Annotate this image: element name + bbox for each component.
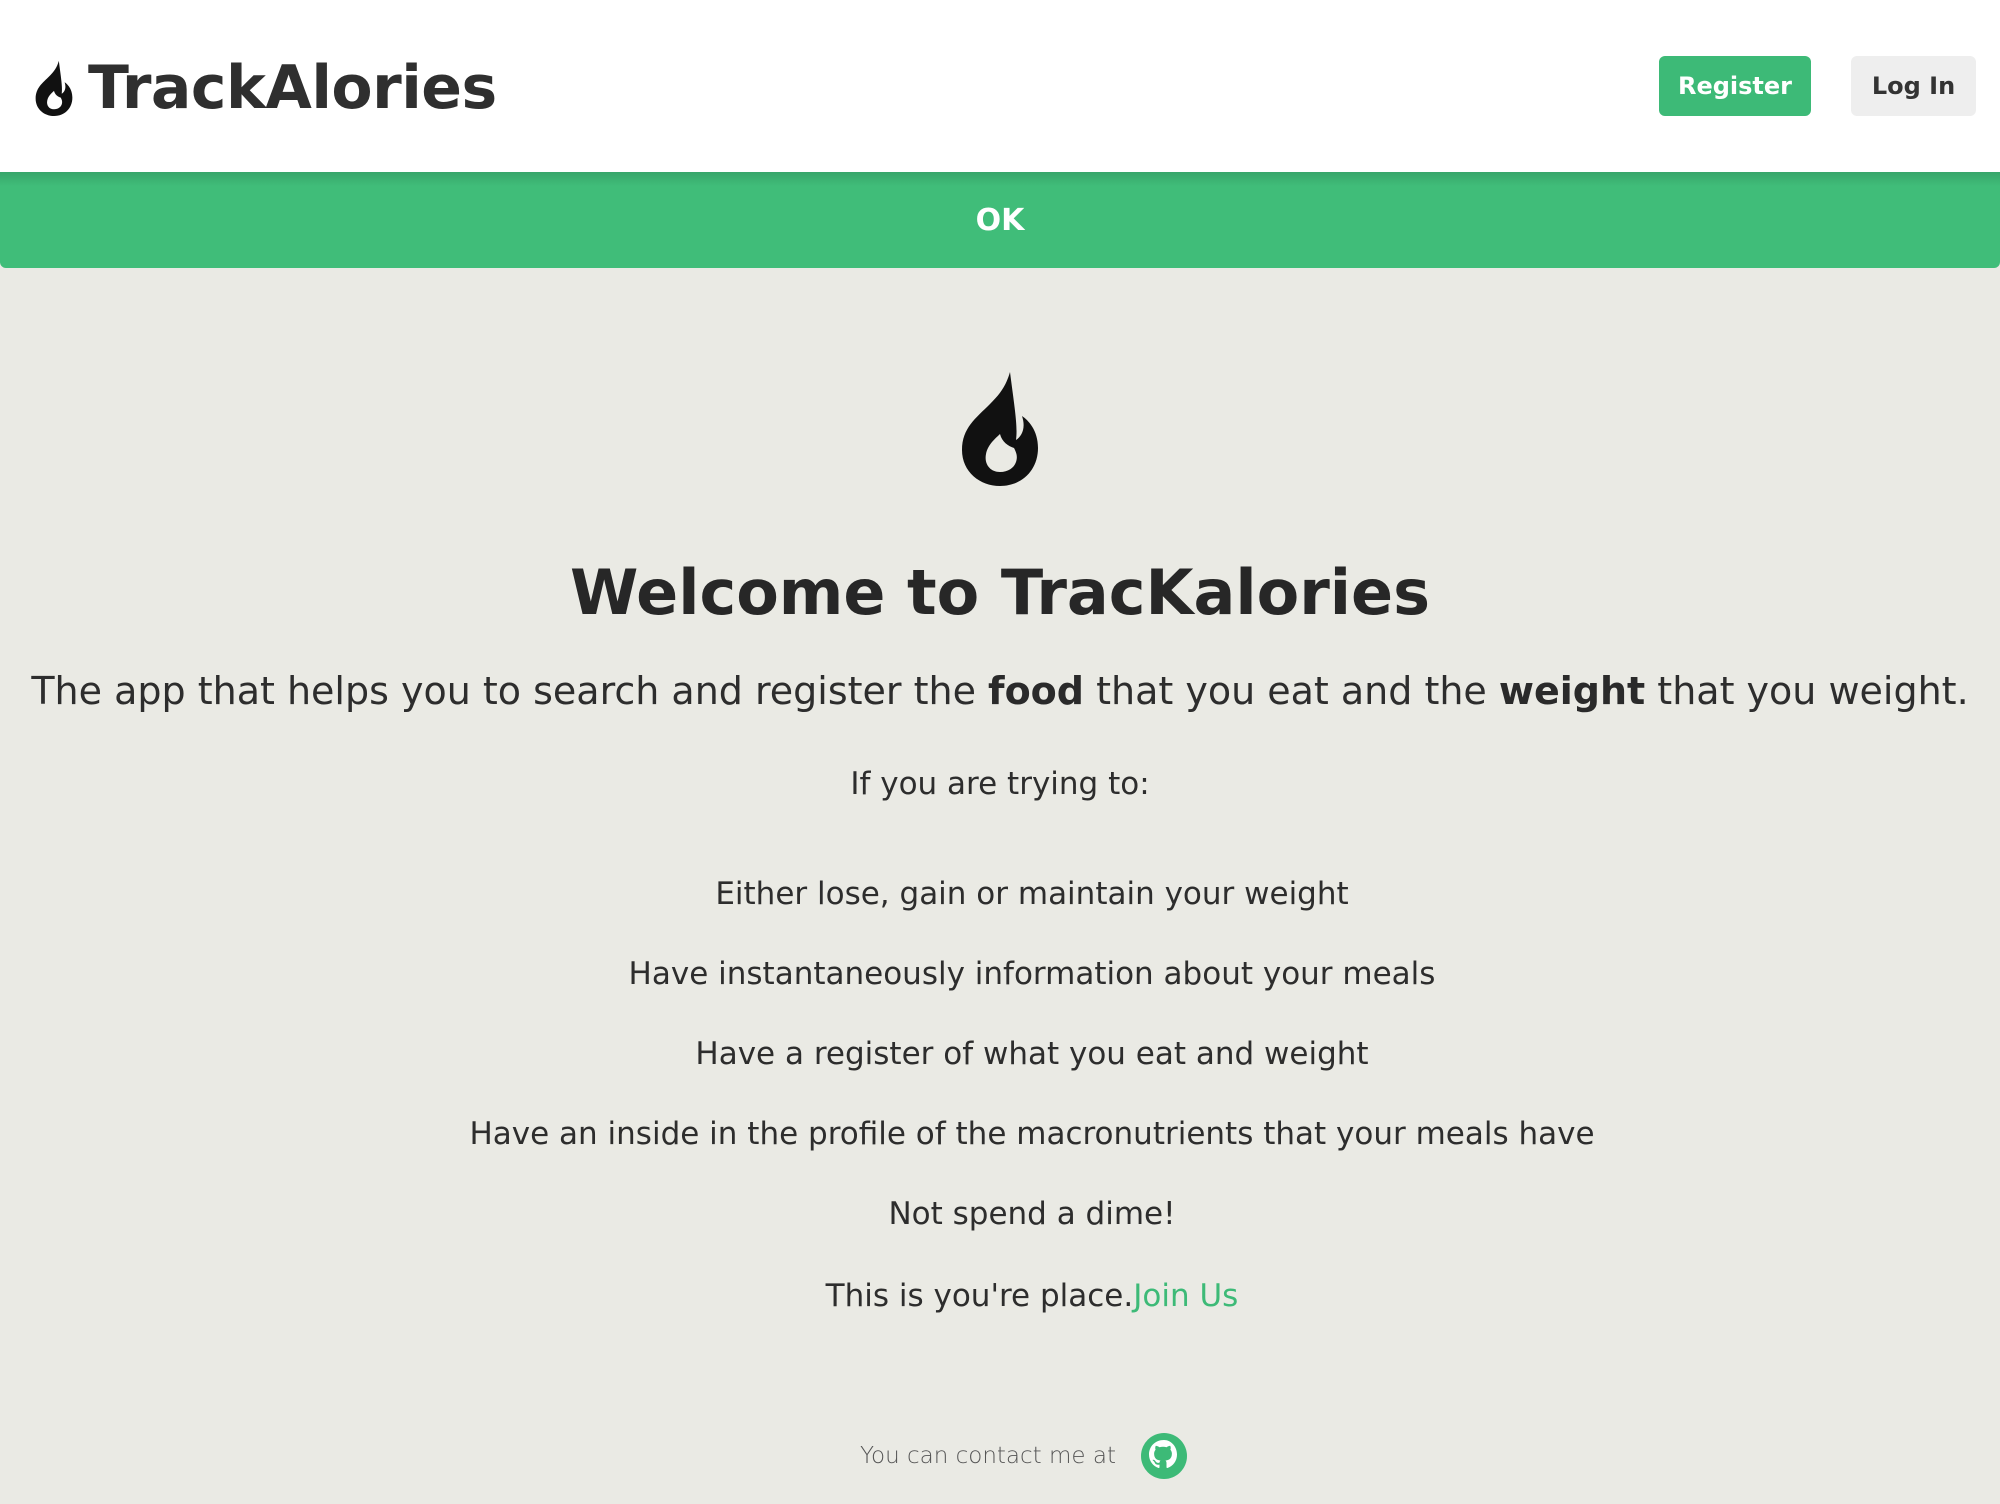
goal-item: Have instantaneously information about y… (628, 956, 1436, 992)
tagline-text: The app that helps you to search and reg… (31, 669, 989, 713)
ok-alert-button[interactable]: OK (0, 172, 2000, 268)
goal-item: Have an inside in the profile of the mac… (469, 1116, 1595, 1152)
tagline-text: that you eat and the (1084, 669, 1499, 713)
top-navbar: TrackAlories Register Log In (0, 0, 2000, 172)
goals-list: Either lose, gain or maintain your weigh… (32, 872, 2000, 1272)
register-button[interactable]: Register (1659, 56, 1811, 116)
fire-icon (956, 368, 1044, 488)
footer: You can contact me at (0, 1430, 2000, 1482)
tagline-weight: weight (1498, 669, 1646, 713)
welcome-title: Welcome to TracKalories (569, 556, 1431, 629)
tagline: The app that helps you to search and reg… (0, 664, 2000, 718)
tagline-text: that you weight. (1645, 669, 1969, 713)
login-button[interactable]: Log In (1851, 56, 1976, 116)
join-text: This is you're place. (825, 1278, 1134, 1314)
join-us-link[interactable]: Join Us (1133, 1278, 1238, 1314)
fire-icon (30, 59, 78, 117)
goal-item: Not spend a dime! (888, 1196, 1176, 1232)
github-icon[interactable] (1140, 1432, 1188, 1480)
tagline-food: food (988, 669, 1084, 713)
goal-item: Have a register of what you eat and weig… (695, 1036, 1369, 1072)
goal-item: Either lose, gain or maintain your weigh… (715, 876, 1349, 912)
contact-text: You can contact me at (860, 1443, 1116, 1469)
intro-text: If you are trying to: (850, 766, 1150, 802)
brand-title: TrackAlories (88, 53, 497, 123)
brand[interactable]: TrackAlories (30, 48, 497, 128)
join-line: This is you're place.Join Us (32, 1274, 2000, 1318)
